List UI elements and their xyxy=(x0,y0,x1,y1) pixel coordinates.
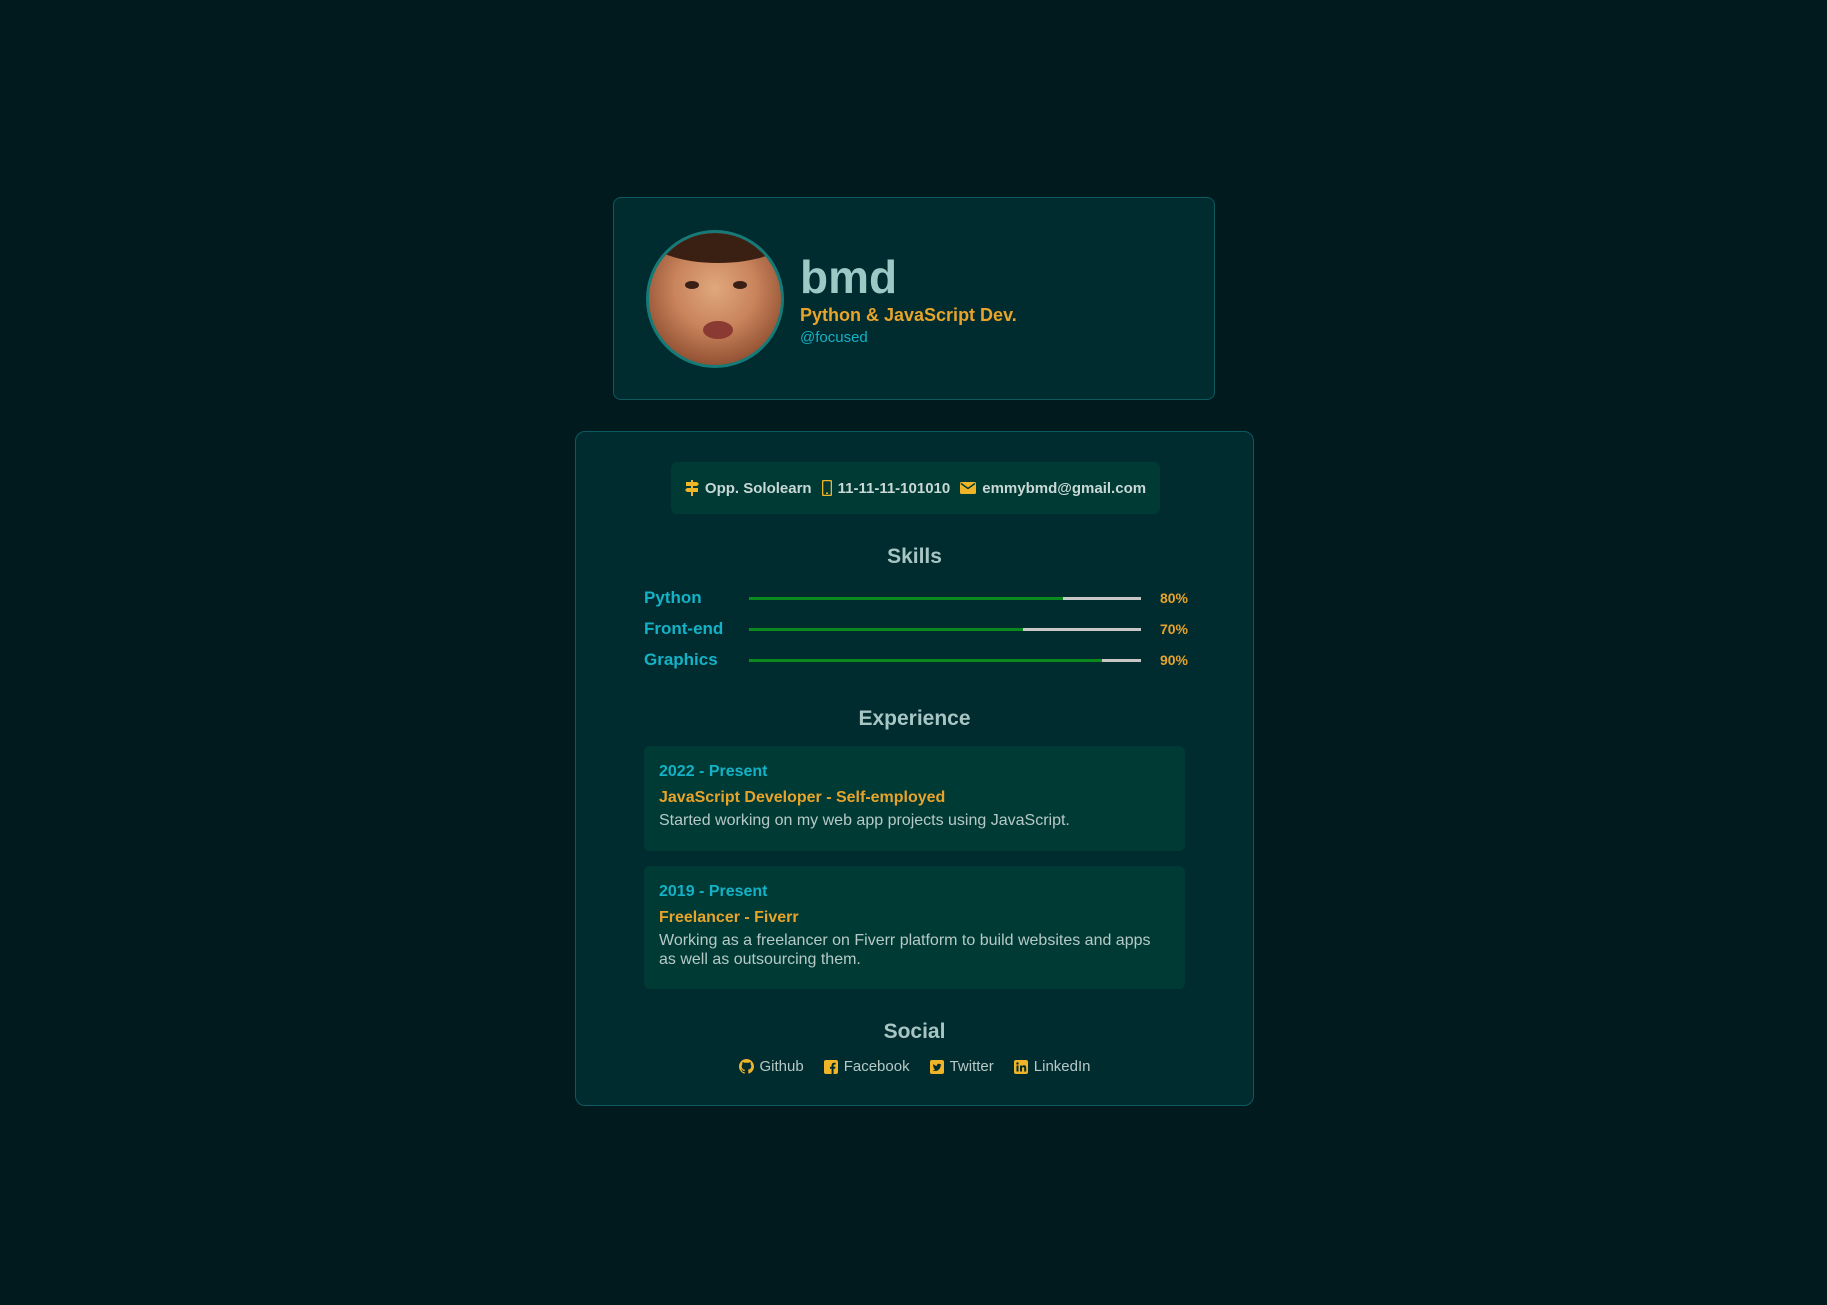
mobile-phone-icon xyxy=(821,480,832,496)
social-link-facebook[interactable]: Facebook xyxy=(823,1058,910,1075)
contact-email-text[interactable]: emmybmd@gmail.com xyxy=(982,480,1146,497)
experience-description: Started working on my web app projects u… xyxy=(659,812,1070,829)
experience-description: Working as a freelancer on Fiverr platfo… xyxy=(659,932,1151,968)
social-heading: Social xyxy=(883,1020,946,1043)
contact-phone: 11-11-11-101010 xyxy=(821,479,951,497)
twitter-icon xyxy=(929,1059,944,1074)
skill-bar-fill xyxy=(749,658,1102,662)
social-link-github[interactable]: Github xyxy=(738,1058,804,1075)
skill-percent: 90% xyxy=(1159,652,1188,668)
skill-percent: 80% xyxy=(1159,590,1188,606)
profile-name: bmd xyxy=(800,251,898,303)
profile-handle: @focused xyxy=(800,329,868,346)
social-link-twitter[interactable]: Twitter xyxy=(929,1058,994,1075)
social-link-label[interactable]: Facebook xyxy=(844,1058,910,1075)
profile-title: Python & JavaScript Dev. xyxy=(800,305,1017,325)
contact-bar: Opp. Sololearn 11-11-11-101010 emmybmd@g… xyxy=(671,462,1160,514)
avatar xyxy=(646,229,784,368)
skill-row-front-end: Front-end 70% xyxy=(644,617,1188,641)
experience-item: 2019 - Present Freelancer - Fiverr Worki… xyxy=(644,866,1185,989)
skill-percent: 70% xyxy=(1159,621,1188,637)
social-link-linkedin[interactable]: LinkedIn xyxy=(1013,1058,1091,1075)
social-links: Github Facebook Twitter LinkedIn xyxy=(576,1058,1253,1075)
experience-period: 2022 - Present xyxy=(659,763,768,780)
experience-role: Freelancer - Fiverr xyxy=(659,909,799,926)
experience-item: 2022 - Present JavaScript Developer - Se… xyxy=(644,746,1185,851)
profile-identity: bmd Python & JavaScript Dev. @focused xyxy=(800,251,1017,346)
social-link-label[interactable]: Twitter xyxy=(950,1058,994,1075)
skill-bar-track xyxy=(749,596,1141,600)
facebook-icon xyxy=(823,1059,838,1074)
skill-bar-track xyxy=(749,658,1141,662)
skill-label: Front-end xyxy=(644,619,724,638)
experience-role: JavaScript Developer - Self-employed xyxy=(659,789,946,806)
profile-header-card: bmd Python & JavaScript Dev. @focused xyxy=(613,197,1215,400)
skills-heading: Skills xyxy=(887,545,942,568)
experience-period: 2019 - Present xyxy=(659,883,768,900)
skill-label: Graphics xyxy=(644,650,718,669)
social-link-label[interactable]: Github xyxy=(760,1058,804,1075)
envelope-icon xyxy=(960,482,977,494)
skill-label: Python xyxy=(644,588,702,607)
github-icon xyxy=(738,1059,754,1074)
contact-email[interactable]: emmybmd@gmail.com xyxy=(960,480,1146,497)
linkedin-icon xyxy=(1013,1059,1028,1074)
experience-heading: Experience xyxy=(858,707,971,730)
skill-row-graphics: Graphics 90% xyxy=(644,648,1188,672)
contact-location-text: Opp. Sololearn xyxy=(704,479,812,497)
contact-location: Opp. Sololearn xyxy=(684,479,812,497)
signpost-icon xyxy=(684,480,699,496)
social-link-label[interactable]: LinkedIn xyxy=(1034,1058,1091,1075)
contact-phone-text: 11-11-11-101010 xyxy=(837,479,951,497)
skill-row-python: Python 80% xyxy=(644,586,1188,610)
skill-bar-fill xyxy=(749,596,1063,600)
skill-bar-track xyxy=(749,627,1141,631)
resume-card: Opp. Sololearn 11-11-11-101010 emmybmd@g… xyxy=(575,431,1254,1106)
skill-bar-fill xyxy=(749,627,1024,631)
